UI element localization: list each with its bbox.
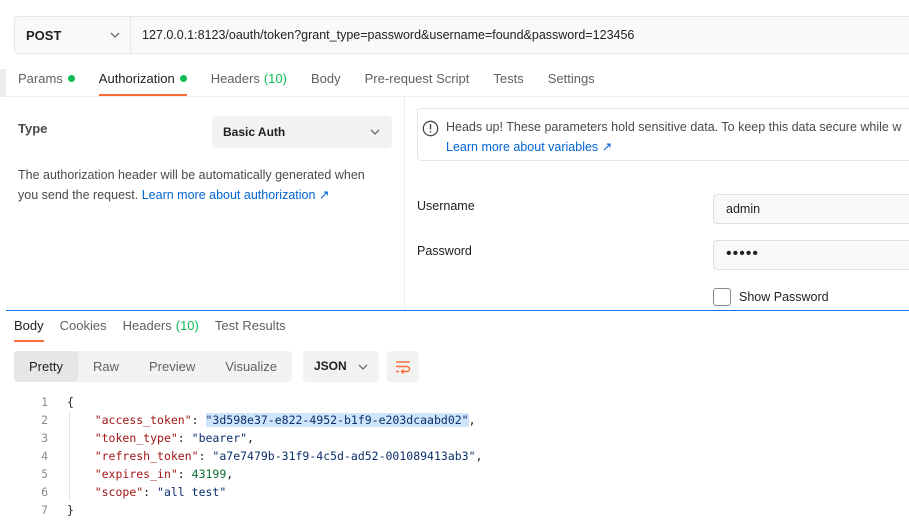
line-number: 6 <box>41 485 48 499</box>
tab-label: Params <box>18 71 63 86</box>
response-tabs: Body Cookies Headers (10) Test Results <box>14 318 302 342</box>
tab-response-headers[interactable]: Headers (10) <box>123 318 199 342</box>
code-text: "expires_in": 43199, <box>94 467 234 481</box>
chevron-down-icon <box>110 32 120 38</box>
tab-authorization[interactable]: Authorization <box>98 66 187 96</box>
code-line: 3 "token_type": "bearer", <box>0 429 909 447</box>
tab-label: Body <box>310 71 341 86</box>
password-label: Password <box>417 244 472 258</box>
json-value: "all test" <box>157 485 227 499</box>
tab-tests[interactable]: Tests <box>493 66 523 96</box>
code-text: "token_type": "bearer", <box>94 431 254 445</box>
response-code-view[interactable]: 1{2 "access_token": "3d598e37-e822-4952-… <box>0 393 909 519</box>
sensitive-data-notice: Heads up! These parameters hold sensitiv… <box>417 108 909 161</box>
json-value: "3d598e37-e822-4952-b1f9-e203dcaabd02" <box>205 413 469 427</box>
tab-label: Headers <box>210 71 260 86</box>
tab-label: Body <box>14 318 44 333</box>
code-line: 1{ <box>0 393 909 411</box>
view-mode-group: Pretty Raw Preview Visualize <box>14 351 293 382</box>
auth-type-select[interactable]: Basic Auth <box>212 116 392 148</box>
json-value: "a7e7479b-31f9-4c5d-ad52-001089413ab3" <box>212 449 476 463</box>
tab-pre-request-script[interactable]: Pre-request Script <box>365 66 470 96</box>
tab-body[interactable]: Body <box>311 66 341 96</box>
code-line: 6 "scope": "all test" <box>0 483 909 501</box>
code-line: 4 "refresh_token": "a7e7479b-31f9-4c5d-a… <box>0 447 909 465</box>
tab-label: Tests <box>493 71 524 86</box>
code-text: "access_token": "3d598e37-e822-4952-b1f9… <box>94 413 476 427</box>
line-number: 3 <box>41 431 48 445</box>
username-field[interactable]: admin <box>713 194 909 224</box>
line-number: 2 <box>41 413 48 427</box>
auth-type-label: Type <box>18 121 48 136</box>
show-password-label: Show Password <box>739 290 829 304</box>
json-key: "refresh_token" <box>94 449 199 463</box>
password-field[interactable]: ••••• <box>713 240 909 270</box>
format-value: JSON <box>314 359 347 373</box>
notice-text: Heads up! These parameters hold sensitiv… <box>446 120 902 134</box>
json-key: "access_token" <box>94 413 192 427</box>
status-dot <box>179 75 187 82</box>
tab-label: Pre-request Script <box>364 71 470 86</box>
learn-more-authorization-link[interactable]: Learn more about authorization ↗ <box>142 188 330 202</box>
tab-params[interactable]: Params <box>18 66 75 96</box>
code-line: 2 "access_token": "3d598e37-e822-4952-b1… <box>0 411 909 429</box>
code-line: 5 "expires_in": 43199, <box>0 465 909 483</box>
code-text: { <box>67 395 74 409</box>
method-select[interactable]: POST <box>15 17 131 53</box>
tab-count: (10) <box>175 318 199 333</box>
request-tabs: Params Authorization Headers (10) Body Pr… <box>18 66 619 96</box>
wrap-lines-button[interactable] <box>387 351 419 382</box>
status-dot <box>67 75 75 82</box>
tab-count: (10) <box>263 71 287 86</box>
code-line: 7} <box>0 501 909 519</box>
username-label: Username <box>417 199 475 213</box>
tab-label: Settings <box>547 71 595 86</box>
json-value: "bearer" <box>191 431 248 445</box>
response-divider[interactable] <box>6 310 909 311</box>
panel-divider <box>404 97 405 310</box>
view-pretty-button[interactable]: Pretty <box>14 351 78 382</box>
wrap-lines-icon <box>396 361 411 374</box>
tab-label: Headers <box>122 318 172 333</box>
method-value: POST <box>26 27 62 43</box>
tab-cookies[interactable]: Cookies <box>60 318 107 342</box>
view-visualize-button[interactable]: Visualize <box>210 351 292 382</box>
learn-more-variables-link[interactable]: Learn more about variables ↗ <box>446 139 612 154</box>
tab-label: Authorization <box>98 71 175 86</box>
line-number: 4 <box>41 449 48 463</box>
tab-label: Test Results <box>214 318 286 333</box>
line-number: 7 <box>41 503 48 517</box>
tab-label: Cookies <box>59 318 107 333</box>
json-key: "scope" <box>94 485 144 499</box>
show-password-checkbox[interactable] <box>713 288 731 306</box>
info-icon <box>422 120 439 137</box>
code-text: "scope": "all test" <box>94 485 227 499</box>
url-input[interactable]: 127.0.0.1:8123/oauth/token?grant_type=pa… <box>131 17 909 53</box>
json-key: "token_type" <box>94 431 178 445</box>
tab-test-results[interactable]: Test Results <box>215 318 286 342</box>
tab-response-body[interactable]: Body <box>14 318 44 342</box>
tab-settings[interactable]: Settings <box>548 66 595 96</box>
chevron-down-icon <box>370 129 380 135</box>
left-edge-strip <box>0 69 6 97</box>
view-preview-button[interactable]: Preview <box>134 351 210 382</box>
chevron-down-icon <box>358 364 368 370</box>
tab-headers[interactable]: Headers (10) <box>211 66 287 96</box>
line-number: 1 <box>41 395 48 409</box>
json-key: "expires_in" <box>94 467 178 481</box>
format-select[interactable]: JSON <box>303 351 379 382</box>
auth-description: The authorization header will be automat… <box>18 165 388 205</box>
view-raw-button[interactable]: Raw <box>78 351 134 382</box>
json-value: 43199 <box>191 467 227 481</box>
auth-type-panel: Type Basic Auth The authorization header… <box>0 97 404 310</box>
code-text: "refresh_token": "a7e7479b-31f9-4c5d-ad5… <box>94 449 483 463</box>
line-number: 5 <box>41 467 48 481</box>
auth-type-value: Basic Auth <box>223 125 286 139</box>
code-text: } <box>67 503 74 517</box>
request-bar: POST 127.0.0.1:8123/oauth/token?grant_ty… <box>14 16 909 54</box>
